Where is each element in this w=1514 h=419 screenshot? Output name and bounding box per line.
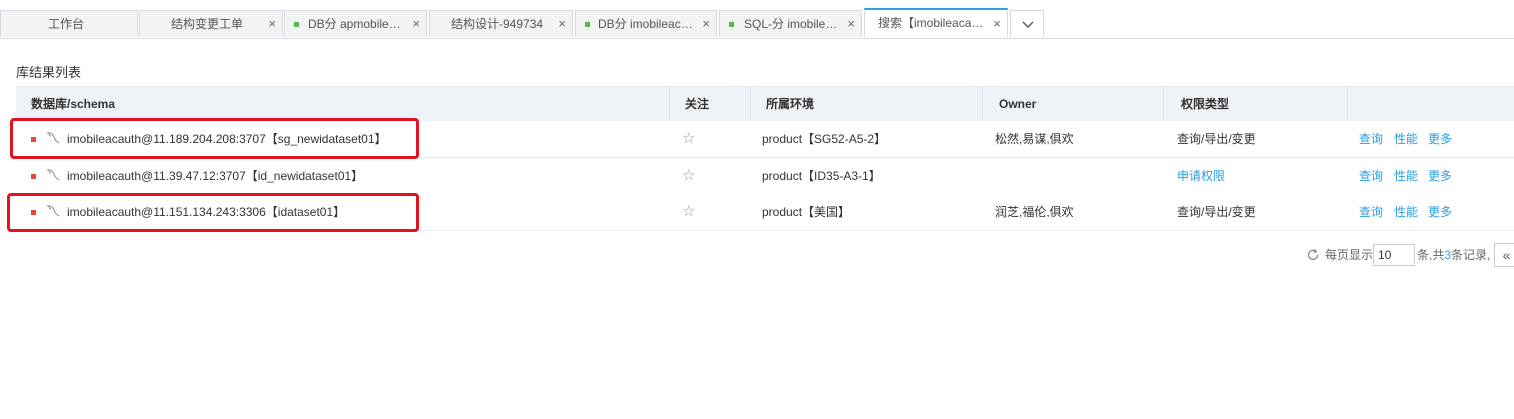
query-link[interactable]: 查询 [1359, 194, 1383, 230]
performance-link[interactable]: 性能 [1394, 121, 1418, 157]
tab-label: 结构设计-949734 [451, 17, 544, 31]
per-page-label: 每页显示 [1325, 248, 1374, 262]
header-divider [1163, 87, 1164, 121]
status-dot-icon [585, 22, 590, 27]
db-schema-cell[interactable]: imobileacauth@11.39.47.12:3707【id_newida… [67, 158, 363, 194]
tab-label: DB分 apmobile… [308, 17, 401, 31]
tab-search[interactable]: 搜索【imobileaca… × [864, 8, 1008, 37]
mysql-dolphin-icon [46, 169, 60, 181]
tab-workbench[interactable]: 工作台 [0, 10, 138, 37]
owner-cell: 松然,易谋,俱欢 [995, 132, 1074, 146]
header-divider [1347, 87, 1348, 121]
apply-permission-link[interactable]: 申请权限 [1177, 158, 1225, 194]
tab-label: 工作台 [48, 17, 85, 31]
chevron-down-icon [1022, 21, 1034, 28]
mysql-dolphin-icon [46, 205, 60, 217]
tab-label: SQL-分 imobile… [744, 17, 838, 31]
page-size-input[interactable] [1373, 244, 1415, 266]
star-icon[interactable]: ☆ [682, 121, 695, 157]
table-row: imobileacauth@11.189.204.208:3707【sg_new… [16, 121, 1514, 158]
star-icon[interactable]: ☆ [682, 158, 695, 194]
refresh-icon[interactable] [1306, 248, 1320, 262]
header-divider [750, 87, 751, 121]
owner-cell: 润芝,福伦,俱欢 [995, 205, 1074, 219]
tab-label: 结构变更工单 [171, 17, 244, 31]
tab-db-imobileac[interactable]: DB分 imobileac… × [575, 10, 717, 37]
tab-db-apmobile[interactable]: DB分 apmobile… × [284, 10, 427, 37]
close-icon[interactable]: × [558, 11, 566, 37]
star-icon[interactable]: ☆ [682, 194, 695, 230]
status-dot-icon [729, 22, 734, 27]
performance-link[interactable]: 性能 [1394, 194, 1418, 230]
more-link[interactable]: 更多 [1428, 194, 1452, 230]
header-divider [982, 87, 983, 121]
db-schema-cell[interactable]: imobileacauth@11.151.134.243:3306【idatas… [67, 194, 345, 230]
first-page-button[interactable]: « [1494, 243, 1514, 267]
status-dot-icon [31, 210, 36, 215]
tab-label: DB分 imobileac… [598, 17, 693, 31]
close-icon[interactable]: × [268, 11, 276, 37]
more-link[interactable]: 更多 [1428, 121, 1452, 157]
status-dot-icon [31, 174, 36, 179]
header-follow: 关注 [685, 97, 710, 111]
more-link[interactable]: 更多 [1428, 158, 1452, 194]
environment-cell: product【SG52-A5-2】 [762, 132, 887, 146]
header-permission: 权限类型 [1181, 97, 1230, 111]
close-icon[interactable]: × [993, 10, 1001, 37]
header-environment: 所属环境 [766, 97, 815, 111]
environment-cell: product【美国】 [762, 205, 851, 219]
query-link[interactable]: 查询 [1359, 158, 1383, 194]
header-owner: Owner [999, 97, 1037, 111]
table-header: 数据库/schema 关注 所属环境 Owner 权限类型 [16, 86, 1514, 121]
total-records: 条,共3条记录, [1417, 242, 1490, 268]
close-icon[interactable]: × [847, 11, 855, 37]
total-suffix: 条记录, [1451, 248, 1491, 262]
table-row: imobileacauth@11.151.134.243:3306【idatas… [16, 194, 1514, 231]
query-link[interactable]: 查询 [1359, 121, 1383, 157]
header-db-schema: 数据库/schema [31, 97, 116, 111]
permission-cell: 查询/导出/变更 [1177, 205, 1256, 219]
table-row: imobileacauth@11.39.47.12:3707【id_newida… [16, 158, 1514, 195]
status-dot-icon [294, 22, 299, 27]
status-dot-icon [31, 137, 36, 142]
db-schema-cell[interactable]: imobileacauth@11.189.204.208:3707【sg_new… [67, 121, 387, 157]
total-prefix: 条,共 [1417, 248, 1445, 262]
performance-link[interactable]: 性能 [1394, 158, 1418, 194]
environment-cell: product【ID35-A3-1】 [762, 169, 881, 183]
permission-cell: 查询/导出/变更 [1177, 132, 1256, 146]
section-title: 库结果列表 [16, 65, 82, 80]
mysql-dolphin-icon [46, 132, 60, 144]
tab-structure-change-order[interactable]: 结构变更工单 × [139, 10, 283, 37]
tab-overflow-button[interactable] [1010, 10, 1044, 37]
tab-structure-design[interactable]: 结构设计-949734 × [429, 10, 573, 37]
close-icon[interactable]: × [412, 11, 420, 37]
tab-bar: 工作台 结构变更工单 × DB分 apmobile… × 结构设计-949734… [0, 0, 1514, 39]
close-icon[interactable]: × [702, 11, 710, 37]
header-divider [669, 87, 670, 121]
tab-label: 搜索【imobileaca… [878, 16, 984, 30]
tab-sql-imobile[interactable]: SQL-分 imobile… × [719, 10, 862, 37]
